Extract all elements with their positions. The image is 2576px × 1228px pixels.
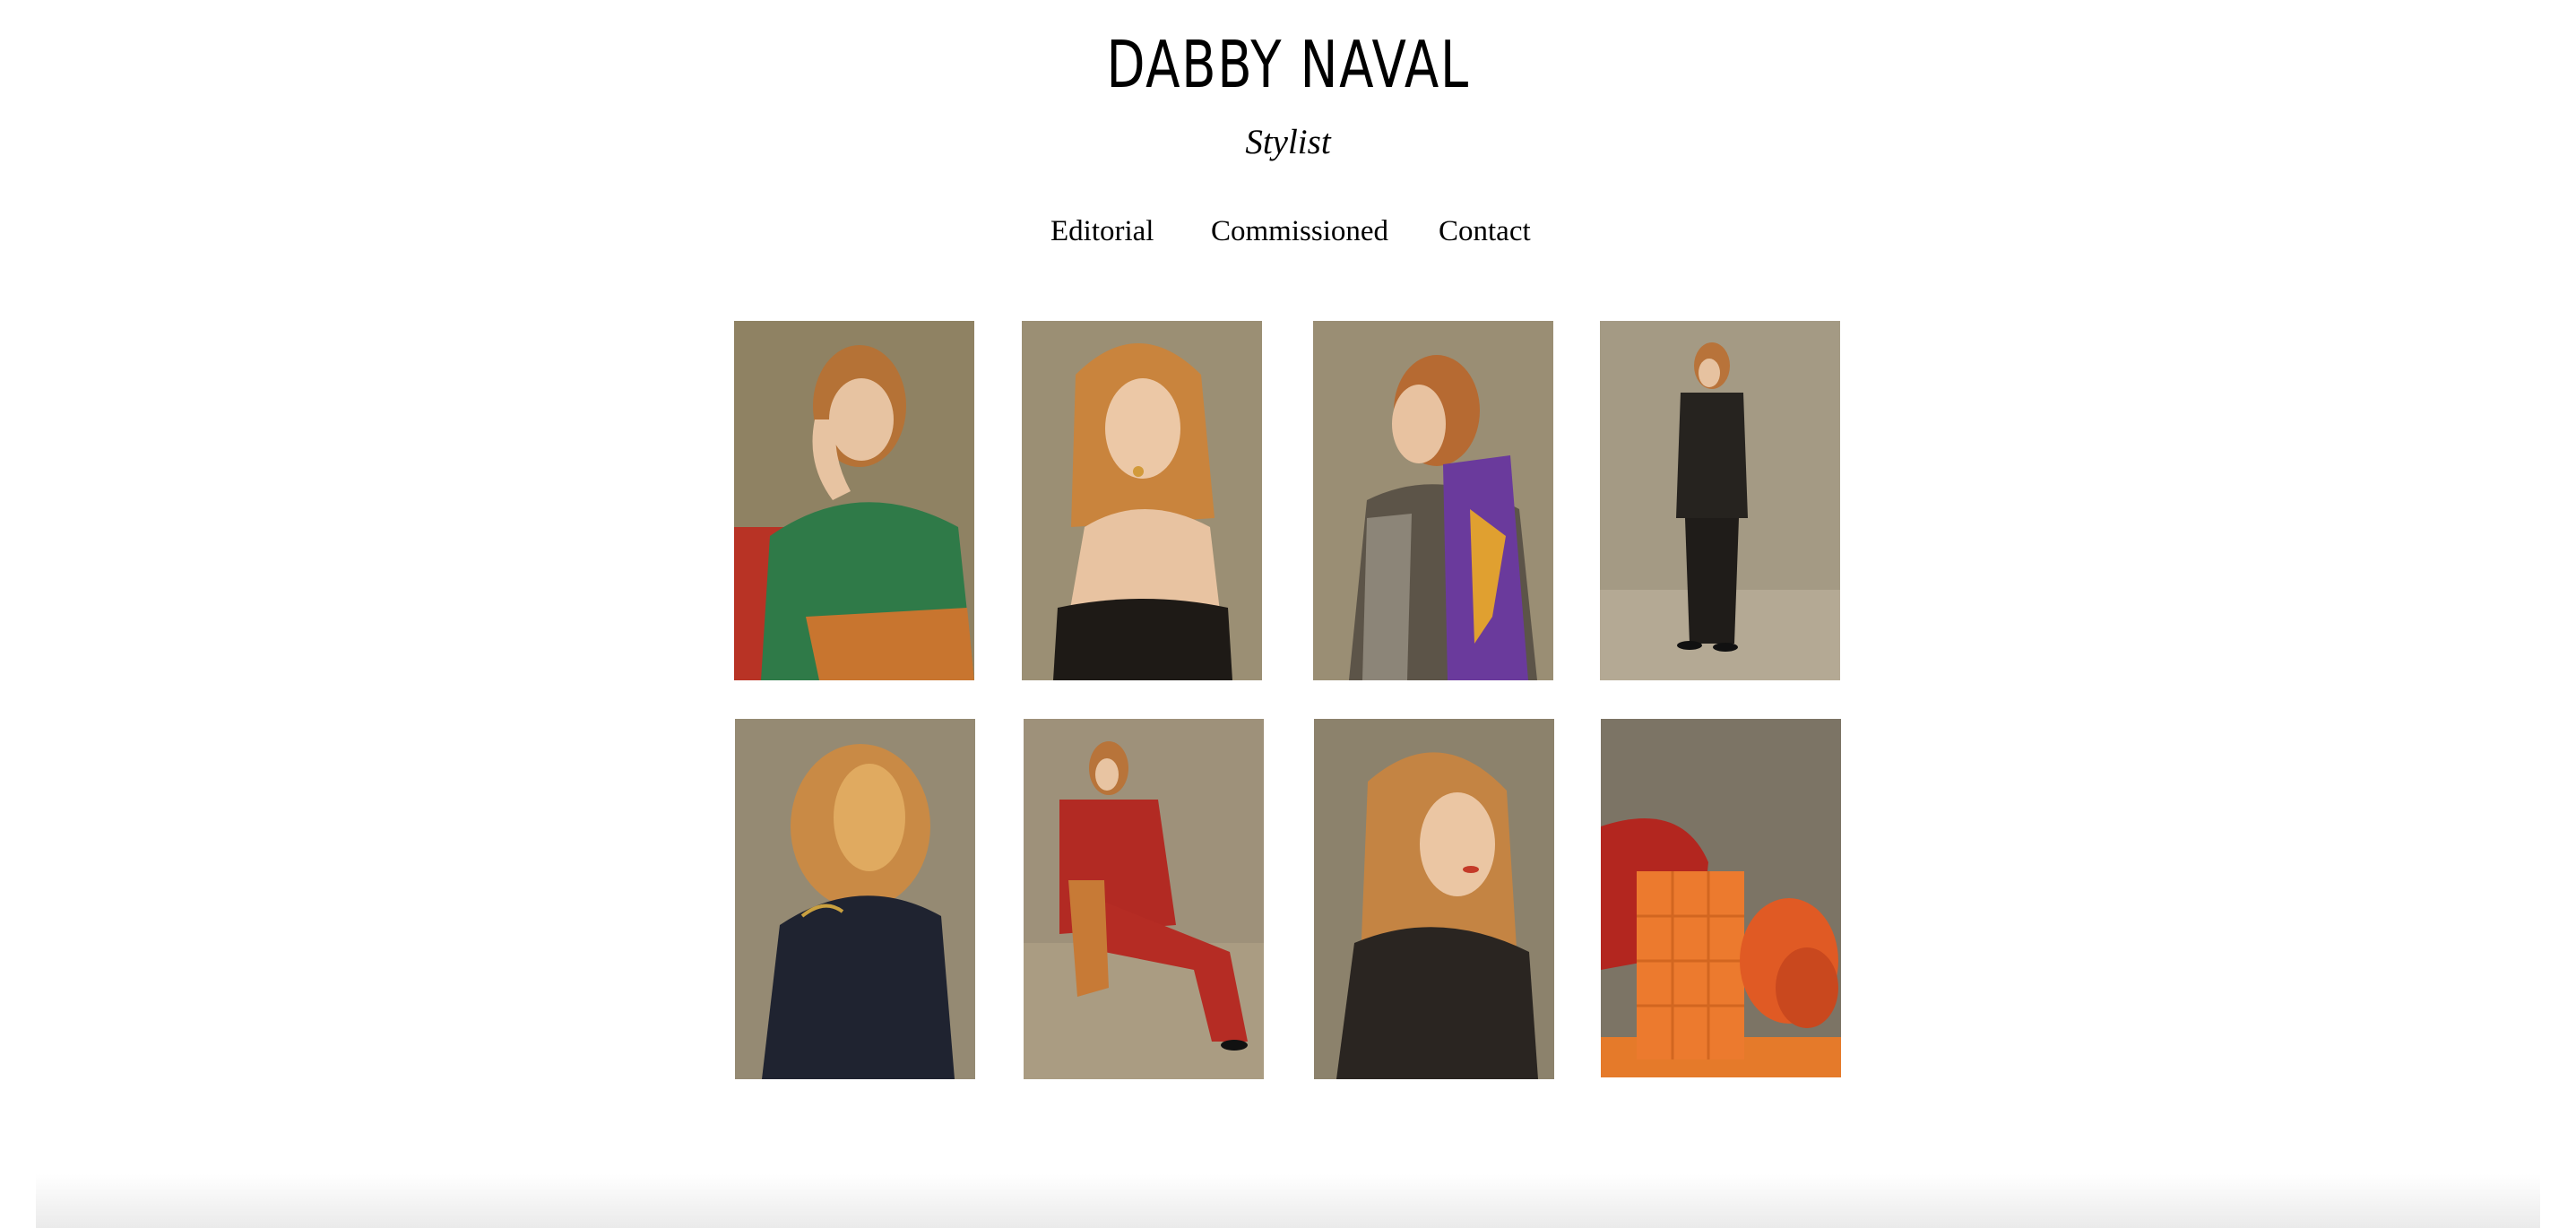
page-bottom-shadow	[36, 1174, 2540, 1228]
gallery-photo[interactable]	[1313, 321, 1553, 680]
gallery-photo[interactable]	[1024, 719, 1264, 1079]
gallery-photo[interactable]	[1600, 321, 1840, 680]
gallery-photo[interactable]	[1314, 719, 1554, 1079]
gallery-photo[interactable]	[1022, 321, 1262, 680]
photo-grid	[0, 0, 2576, 1228]
page: DABBY NAVAL Stylist Editorial Commission…	[0, 0, 2576, 1228]
gallery-photo[interactable]	[1601, 719, 1841, 1077]
gallery-photo[interactable]	[734, 321, 974, 680]
gallery-photo[interactable]	[735, 719, 975, 1079]
